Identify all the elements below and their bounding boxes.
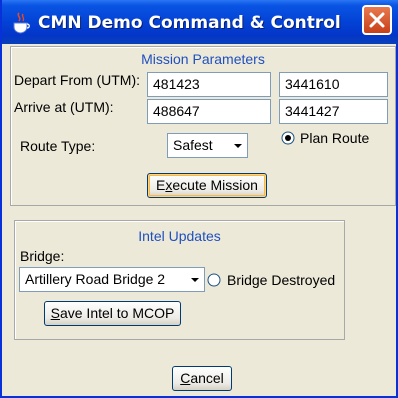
bridge-destroyed-label[interactable]: Bridge Destroyed xyxy=(227,272,335,288)
close-icon xyxy=(369,12,385,28)
route-type-label: Route Type: xyxy=(20,138,96,154)
chevron-down-icon xyxy=(191,278,199,282)
title-bar[interactable]: CMN Demo Command & Control xyxy=(2,0,398,44)
save-label-suffix: ave Intel to MCOP xyxy=(59,305,175,321)
cancel-button[interactable]: Cancel xyxy=(172,366,232,391)
mission-parameters-title: Mission Parameters xyxy=(141,51,265,67)
execute-mission-button[interactable]: Execute Mission xyxy=(147,173,267,198)
bridge-select[interactable]: Artillery Road Bridge 2 xyxy=(19,267,205,292)
bridge-label: Bridge: xyxy=(20,248,65,264)
save-intel-button[interactable]: Save Intel to MCOP xyxy=(44,301,181,326)
dialog-window: CMN Demo Command & Control Mission Param… xyxy=(0,0,398,398)
depart-northing-field[interactable]: 3441610 xyxy=(279,72,388,97)
arrive-at-label: Arrive at (UTM): xyxy=(14,99,114,115)
cancel-mnemonic: C xyxy=(180,370,191,386)
execute-label-prefix: E xyxy=(156,177,166,193)
arrive-northing-field[interactable]: 3441427 xyxy=(279,99,388,124)
arrive-easting-field[interactable]: 488647 xyxy=(147,99,271,124)
plan-route-radio[interactable] xyxy=(281,131,295,145)
save-mnemonic: S xyxy=(50,305,60,321)
depart-from-label: Depart From (UTM): xyxy=(14,72,140,88)
java-cup-icon xyxy=(13,12,30,34)
depart-easting-field[interactable]: 481423 xyxy=(147,72,271,97)
execute-label-suffix: ecute Mission xyxy=(172,177,258,193)
chevron-down-icon xyxy=(234,144,242,148)
route-type-value: Safest xyxy=(173,137,213,153)
plan-route-label[interactable]: Plan Route xyxy=(300,130,369,146)
window-title: CMN Demo Command & Control xyxy=(38,13,341,33)
cancel-label-suffix: ancel xyxy=(190,370,224,386)
route-type-select[interactable]: Safest xyxy=(167,133,248,158)
bridge-destroyed-radio[interactable] xyxy=(207,273,221,287)
intel-updates-title: Intel Updates xyxy=(138,228,221,244)
close-button[interactable] xyxy=(362,5,392,35)
bridge-value: Artillery Road Bridge 2 xyxy=(25,271,166,287)
